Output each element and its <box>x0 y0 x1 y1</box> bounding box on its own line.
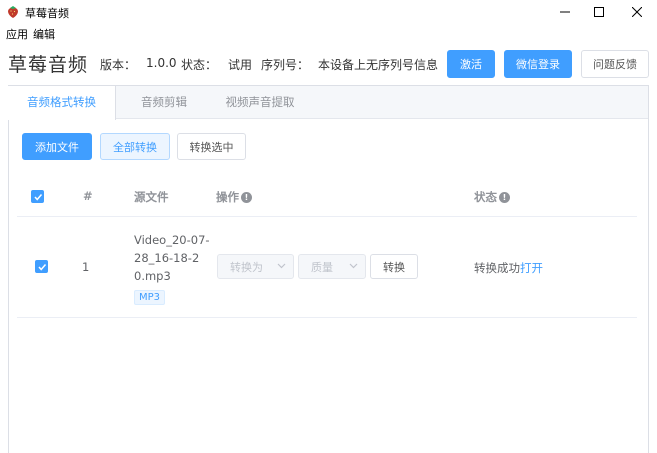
chevron-down-icon <box>277 263 286 269</box>
quality-select[interactable]: 质量 <box>298 254 366 279</box>
tab-audio-convert[interactable]: 音频格式转换 <box>8 86 116 120</box>
row-status: 转换成功打开 <box>474 260 543 276</box>
quality-placeholder: 质量 <box>311 260 333 274</box>
column-operation: 操作 ! <box>216 189 252 205</box>
version-value: 1.0.0 <box>146 56 177 70</box>
app-title: 草莓音频 <box>8 54 89 76</box>
minimize-icon[interactable] <box>548 0 582 24</box>
help-icon[interactable]: ! <box>499 191 510 203</box>
wechat-login-button[interactable]: 微信登录 <box>504 50 572 78</box>
divider <box>17 216 637 217</box>
column-source: 源文件 <box>134 190 169 204</box>
convert-to-select[interactable]: 转换为 <box>217 254 294 279</box>
menu-edit[interactable]: 编辑 <box>33 26 55 42</box>
column-operation-label: 操作 <box>216 190 239 204</box>
divider <box>17 317 637 318</box>
status-value: 试用 <box>228 58 253 72</box>
title-bar: 草莓音频 <box>0 0 657 24</box>
menu-app[interactable]: 应用 <box>6 26 28 42</box>
column-status-label: 状态 <box>474 190 497 204</box>
check-icon <box>38 264 47 271</box>
check-icon <box>34 194 43 201</box>
column-status: 状态 ! <box>474 189 510 205</box>
column-index: # <box>83 189 93 203</box>
tab-video-audio-extract[interactable]: 视频声音提取 <box>212 86 308 119</box>
convert-selected-button[interactable]: 转换选中 <box>177 133 246 160</box>
menu-bar: 应用 编辑 <box>0 24 657 42</box>
status-text: 转换成功 <box>474 261 520 275</box>
maximize-icon[interactable] <box>582 0 616 24</box>
convert-to-placeholder: 转换为 <box>230 260 263 274</box>
help-icon[interactable]: ! <box>241 191 252 203</box>
convert-all-button[interactable]: 全部转换 <box>100 133 170 160</box>
version-label: 版本： <box>100 58 137 72</box>
row-file-name: Video_20-07-28_16-18-20.mp3 <box>134 233 210 283</box>
serial-label: 序列号： <box>261 58 310 72</box>
convert-button[interactable]: 转换 <box>370 254 418 279</box>
window-title: 草莓音频 <box>25 7 69 20</box>
open-link[interactable]: 打开 <box>520 261 543 275</box>
row-checkbox[interactable] <box>35 260 48 273</box>
strawberry-icon <box>6 5 20 19</box>
chevron-down-icon <box>349 263 358 269</box>
serial-value: 本设备上无序列号信息 <box>318 58 439 72</box>
tab-audio-edit[interactable]: 音频剪辑 <box>119 86 209 119</box>
row-index: 1 <box>82 260 90 274</box>
activate-button[interactable]: 激活 <box>447 50 495 78</box>
add-file-button[interactable]: 添加文件 <box>22 133 92 160</box>
tab-card: 音频格式转换 音频剪辑 视频声音提取 添加文件 全部转换 转换选中 # 源文件 … <box>8 85 649 453</box>
select-all-checkbox[interactable] <box>31 190 44 203</box>
format-badge: MP3 <box>134 290 166 305</box>
status-label: 状态： <box>181 58 218 72</box>
tab-bar: 音频格式转换 音频剪辑 视频声音提取 <box>8 86 648 120</box>
feedback-button[interactable]: 问题反馈 <box>581 50 649 78</box>
close-icon[interactable] <box>620 0 654 24</box>
